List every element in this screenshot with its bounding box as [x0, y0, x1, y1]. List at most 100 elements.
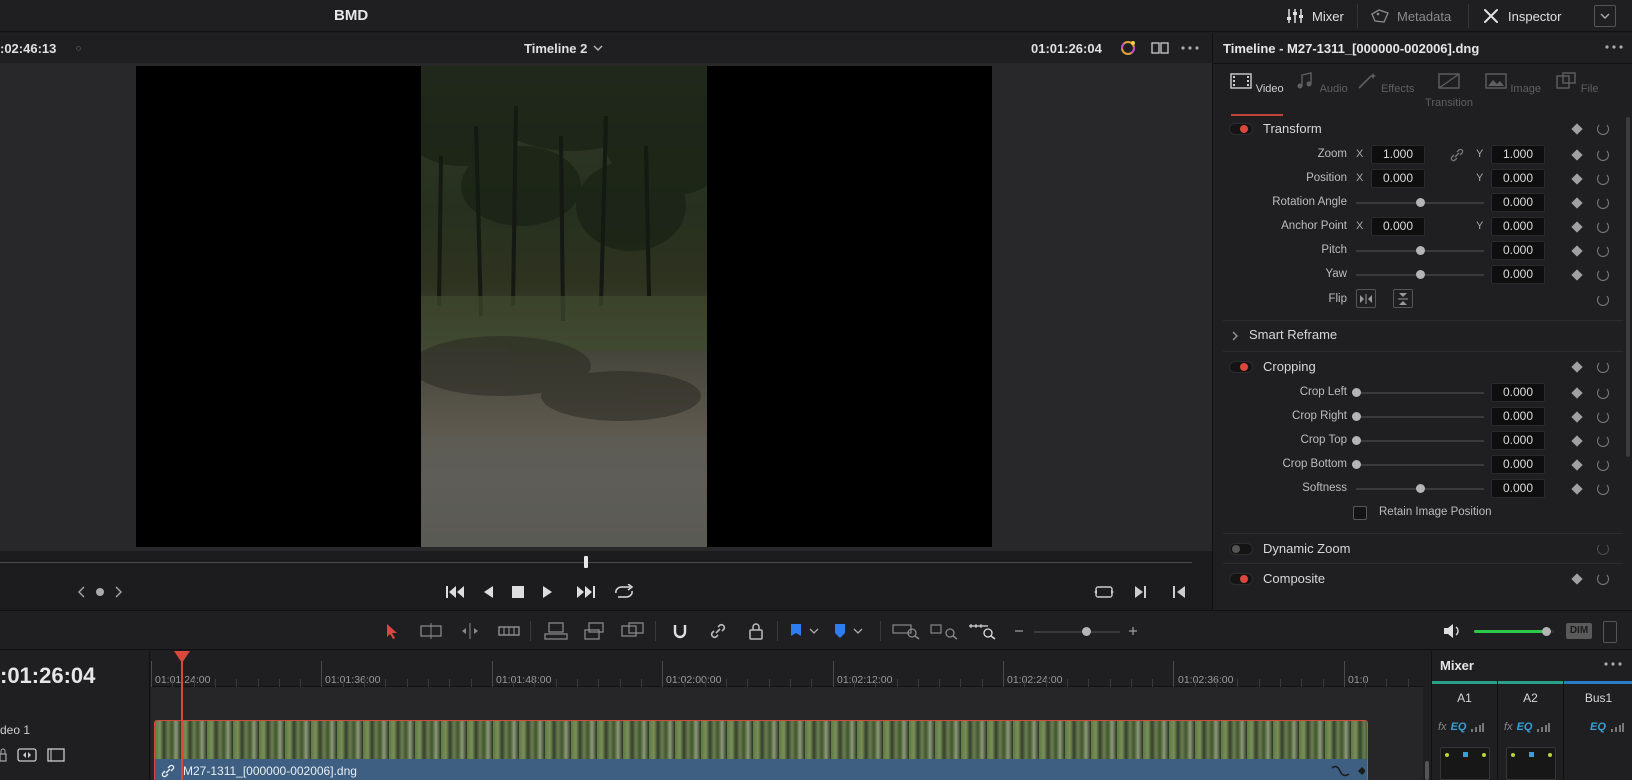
- channel-pan-strip[interactable]: [1440, 747, 1490, 780]
- mixer-channel-a2[interactable]: A2 fx EQ: [1498, 681, 1564, 780]
- previous-edit-button[interactable]: [1167, 581, 1191, 603]
- slider-knob[interactable]: [1416, 246, 1425, 255]
- master-volume-slider[interactable]: [1474, 627, 1554, 636]
- position-y-field[interactable]: 0.000: [1491, 169, 1545, 188]
- pitch-field[interactable]: 0.000: [1491, 241, 1545, 260]
- timeline-playhead[interactable]: [181, 658, 183, 780]
- viewer-scrubber-bar[interactable]: [0, 562, 1192, 563]
- reset-icon[interactable]: [1597, 245, 1609, 257]
- tab-audio[interactable]: Audio: [1289, 64, 1353, 116]
- tab-video[interactable]: Video: [1225, 64, 1289, 116]
- keyframe-icon[interactable]: [1571, 411, 1583, 423]
- go-to-end-button[interactable]: [574, 581, 598, 603]
- video-clip[interactable]: M27-1311_[000000-002006].dng: [154, 720, 1368, 780]
- blade-tool-button[interactable]: [496, 620, 522, 642]
- collapse-panel-button[interactable]: [1594, 5, 1616, 27]
- slider-knob[interactable]: [1416, 270, 1425, 279]
- transform-enable-toggle[interactable]: [1229, 123, 1253, 135]
- composite-section-header[interactable]: Composite: [1213, 565, 1623, 593]
- dynamic-zoom-enable-toggle[interactable]: [1229, 543, 1253, 555]
- play-reverse-button[interactable]: [476, 581, 500, 603]
- position-x-field[interactable]: 0.000: [1371, 169, 1425, 188]
- softness-slider[interactable]: [1356, 484, 1484, 493]
- keyframe-icon[interactable]: [1571, 573, 1583, 585]
- reset-icon[interactable]: [1597, 459, 1609, 471]
- volume-button[interactable]: [1440, 620, 1466, 642]
- crop-bottom-field[interactable]: 0.000: [1491, 455, 1545, 474]
- zoom-y-field[interactable]: 1.000: [1491, 145, 1545, 164]
- dual-viewer-button[interactable]: [1149, 38, 1171, 58]
- custom-zoom-button[interactable]: [967, 620, 997, 642]
- reset-icon[interactable]: [1597, 435, 1609, 447]
- mixer-toggle-button[interactable]: Mixer: [1286, 0, 1344, 32]
- keyframe-icon[interactable]: [1571, 149, 1583, 161]
- rotation-angle-slider[interactable]: [1356, 198, 1484, 207]
- slider-knob[interactable]: [1416, 198, 1425, 207]
- meter-toggle-button[interactable]: [1603, 621, 1617, 643]
- reset-icon[interactable]: [1597, 361, 1609, 373]
- lock-track-icon[interactable]: [0, 748, 8, 762]
- track-display-icon[interactable]: [47, 748, 65, 762]
- reset-icon[interactable]: [1597, 123, 1609, 135]
- anchor-y-field[interactable]: 0.000: [1491, 217, 1545, 236]
- reset-icon[interactable]: [1597, 197, 1609, 209]
- transform-section-header[interactable]: Transform: [1213, 115, 1623, 143]
- reset-icon[interactable]: [1597, 483, 1609, 495]
- slider-knob[interactable]: [1352, 412, 1361, 421]
- reset-icon[interactable]: [1597, 173, 1609, 185]
- anchor-x-field[interactable]: 0.000: [1371, 217, 1425, 236]
- viewer-canvas[interactable]: [0, 63, 1212, 551]
- go-to-start-button[interactable]: [443, 581, 467, 603]
- match-frame-button[interactable]: [1092, 581, 1116, 603]
- next-edit-button[interactable]: [1129, 581, 1153, 603]
- viewer-playhead-handle[interactable]: [584, 556, 588, 568]
- timeline-playhead-handle[interactable]: [174, 651, 190, 663]
- pitch-slider[interactable]: [1356, 246, 1484, 255]
- linked-selection-button[interactable]: [705, 620, 731, 642]
- mixer-options-button[interactable]: [1604, 654, 1622, 679]
- video-track-name[interactable]: deo 1: [0, 723, 30, 737]
- clip-curve-keyframe-icon[interactable]: [1331, 764, 1365, 778]
- color-overlay-button[interactable]: [1117, 38, 1139, 58]
- keyframe-icon[interactable]: [1571, 435, 1583, 447]
- selection-tool-button[interactable]: [379, 620, 405, 642]
- softness-field[interactable]: 0.000: [1491, 479, 1545, 498]
- viewer-options-button[interactable]: [1179, 38, 1201, 58]
- timeline-vertical-scrollbar[interactable]: [1423, 651, 1431, 780]
- keyframe-icon[interactable]: [1571, 483, 1583, 495]
- flag-dropdown-button[interactable]: [786, 620, 826, 642]
- play-button[interactable]: [536, 581, 560, 603]
- mixer-channel-bus1[interactable]: Bus1 EQ: [1564, 681, 1632, 780]
- reset-icon[interactable]: [1597, 221, 1609, 233]
- metadata-toggle-button[interactable]: Metadata: [1371, 0, 1451, 32]
- slider-knob[interactable]: [1352, 388, 1361, 397]
- timeline-area[interactable]: 01:01:24:00 01:01:36:00 01:01:48:00 01:0…: [151, 651, 1423, 780]
- yaw-field[interactable]: 0.000: [1491, 265, 1545, 284]
- crop-bottom-slider[interactable]: [1352, 460, 1484, 469]
- tab-transition[interactable]: Transition: [1417, 64, 1481, 116]
- crop-right-slider[interactable]: [1352, 412, 1484, 421]
- overwrite-clip-button[interactable]: [581, 620, 607, 642]
- yaw-slider[interactable]: [1356, 270, 1484, 279]
- reset-icon[interactable]: [1597, 149, 1609, 161]
- stop-button[interactable]: [506, 581, 530, 603]
- inspector-toggle-button[interactable]: Inspector: [1482, 0, 1561, 32]
- slider-knob[interactable]: [1542, 627, 1551, 636]
- jog-control[interactable]: [72, 581, 128, 603]
- full-extent-zoom-button[interactable]: [891, 620, 921, 642]
- insert-clip-button[interactable]: [543, 620, 569, 642]
- detail-zoom-button[interactable]: [929, 620, 959, 642]
- dim-button[interactable]: DIM: [1566, 623, 1592, 639]
- reset-icon[interactable]: [1597, 269, 1609, 281]
- channel-effects[interactable]: fx EQ: [1504, 721, 1551, 733]
- slider-knob[interactable]: [1081, 627, 1091, 636]
- eq-label[interactable]: EQ: [1590, 721, 1606, 733]
- scrollbar-thumb[interactable]: [1425, 761, 1429, 780]
- inspector-options-button[interactable]: [1605, 37, 1623, 62]
- crop-right-field[interactable]: 0.000: [1491, 407, 1545, 426]
- keyframe-icon[interactable]: [1571, 197, 1583, 209]
- slider-knob[interactable]: [1416, 484, 1425, 493]
- eq-label[interactable]: EQ: [1517, 721, 1533, 733]
- slider-knob[interactable]: [1352, 460, 1361, 469]
- crop-left-slider[interactable]: [1352, 388, 1484, 397]
